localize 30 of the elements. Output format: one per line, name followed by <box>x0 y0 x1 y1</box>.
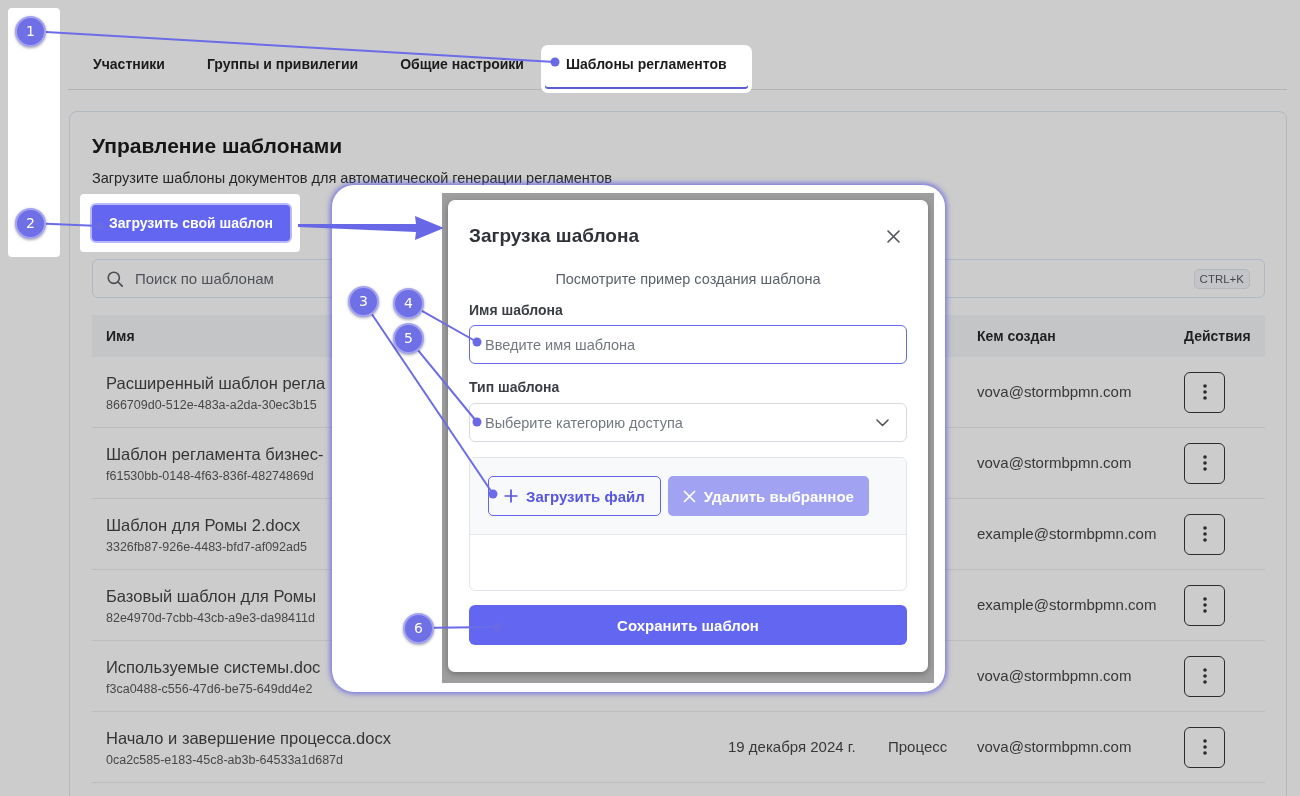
table-cell: vova@stormbpmn.com <box>977 383 1132 400</box>
field-label: Тип шаблона <box>469 378 561 397</box>
template-name: Расширенный шаблон регла <box>106 372 326 394</box>
column-header: Действия <box>1184 328 1251 344</box>
template-name: Используемые системы.doc <box>106 656 321 678</box>
section-description: Загрузите шаблоны документов для автоматической генерации регламентов <box>92 169 612 188</box>
column-header: Кем создан <box>977 328 1056 344</box>
example-hint: Посмотрите пример создания шаблона <box>554 270 822 289</box>
table-cell: vova@stormbpmn.com <box>977 738 1132 755</box>
dialog-title: Загрузка шаблона <box>469 225 639 247</box>
template-id: 3326fb87-926e-4483-bfd7-af092ad5 <box>106 538 307 555</box>
section-title: Управление шаблонами <box>92 133 343 159</box>
template-id: 866709d0-512e-483a-a2da-30ec3b15 <box>106 396 317 413</box>
template-id: 82e4970d-7cbb-43cb-a9e3-da98411d <box>106 609 315 626</box>
table-cell: vova@stormbpmn.com <box>977 454 1132 471</box>
shortcut-hint: CTRL+K <box>1193 268 1250 289</box>
template-id: f61530bb-0148-4f63-836f-48274869d <box>106 467 314 484</box>
column-header: Имя <box>106 328 135 344</box>
template-name: Начало и завершение процесса.docx <box>106 727 391 749</box>
table-cell: vova@stormbpmn.com <box>977 667 1132 684</box>
template-name: Шаблон регламента бизнес- <box>106 443 324 465</box>
template-id: f3ca0488-c556-47d6-be75-649dd4e2 <box>106 680 313 697</box>
table-cell: example@stormbpmn.com <box>977 525 1157 542</box>
table-cell: 19 декабря 2024 г. <box>728 738 856 755</box>
template-name: Шаблон для Ромы 2.docx <box>106 514 301 536</box>
field-label: Имя шаблона <box>469 301 564 320</box>
template-id: 0ca2c585-e183-45c8-ab3b-64533a1d687d <box>106 751 343 768</box>
table-cell: Процесс <box>888 738 948 755</box>
template-name: Базовый шаблон для Ромы <box>106 585 317 607</box>
table-cell: example@stormbpmn.com <box>977 596 1157 613</box>
